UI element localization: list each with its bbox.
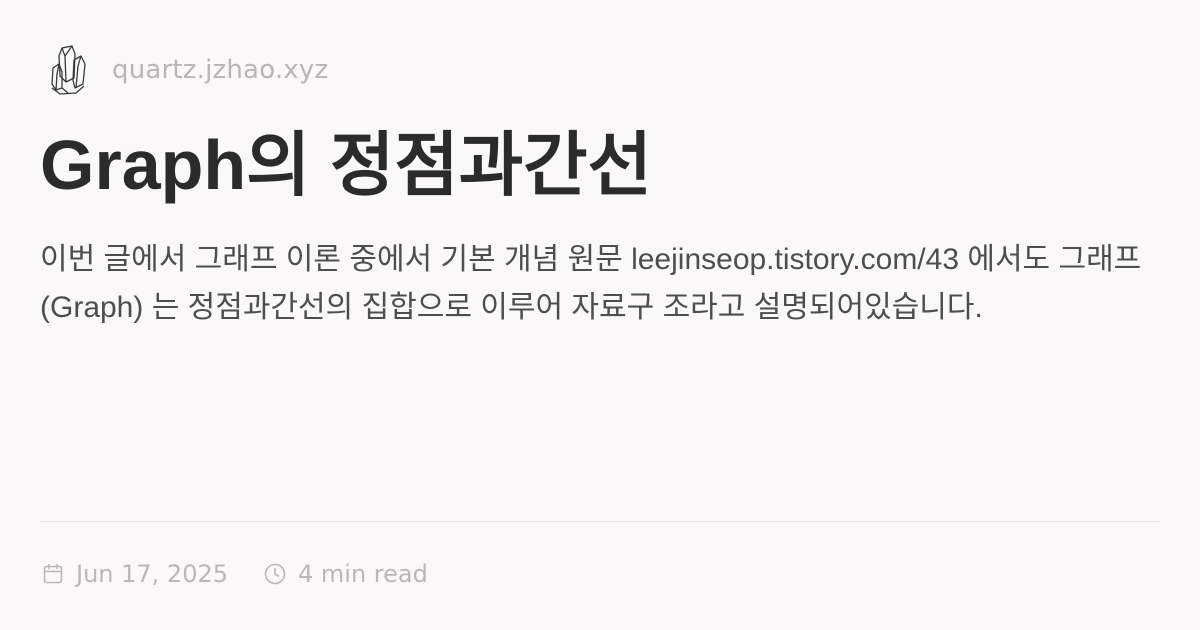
published-date: Jun 17, 2025 bbox=[40, 560, 228, 588]
article-meta: Jun 17, 2025 4 min read bbox=[40, 554, 428, 594]
calendar-icon bbox=[40, 561, 66, 587]
divider bbox=[40, 521, 1160, 522]
og-preview-card: quartz.jzhao.xyz Graph의 정점과간선 이번 글에서 그래프… bbox=[0, 0, 1200, 630]
reading-time-text: 4 min read bbox=[298, 560, 428, 588]
published-date-text: Jun 17, 2025 bbox=[76, 560, 229, 588]
reading-time: 4 min read bbox=[262, 560, 428, 588]
clock-icon bbox=[262, 561, 288, 587]
site-name[interactable]: quartz.jzhao.xyz bbox=[112, 55, 328, 85]
page-description: 이번 글에서 그래프 이론 중에서 기본 개념 원문 leejinseop.ti… bbox=[40, 243, 1142, 324]
quartz-crystal-logo-icon bbox=[46, 42, 90, 98]
site-header: quartz.jzhao.xyz bbox=[46, 40, 328, 100]
page-title: Graph의 정점과간선 bbox=[40, 126, 652, 204]
